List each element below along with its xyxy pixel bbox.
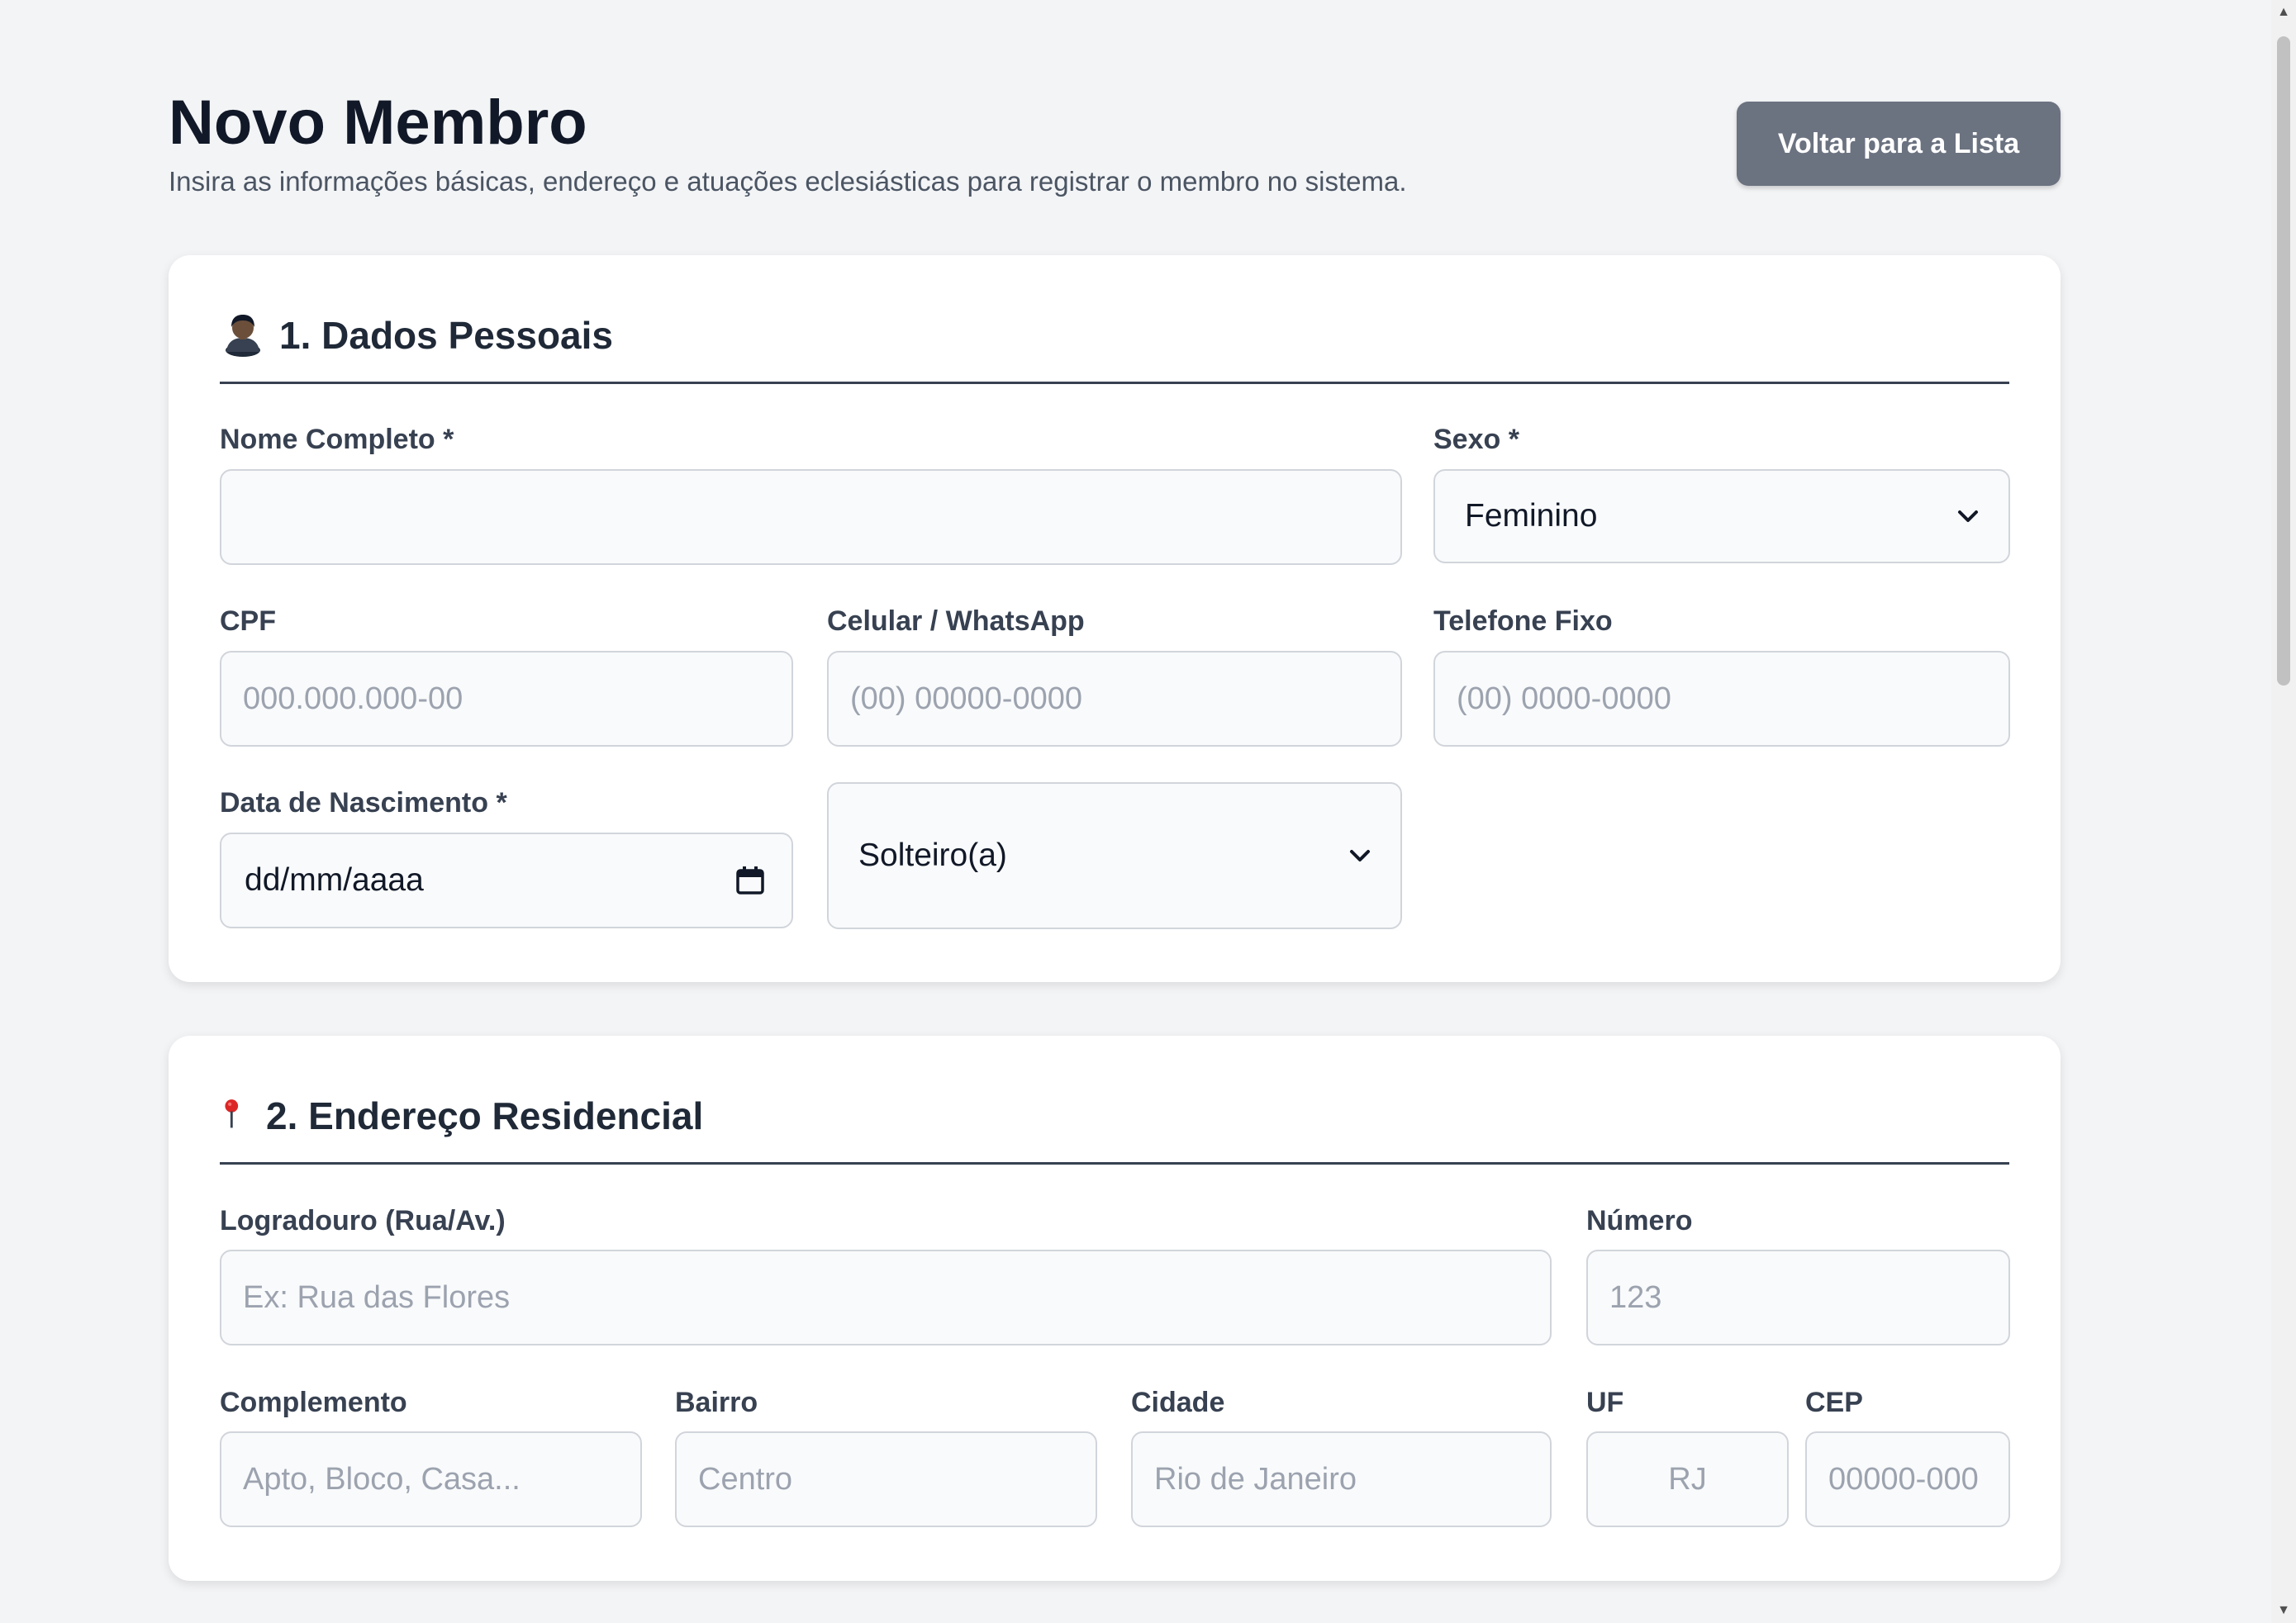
street-input[interactable] bbox=[220, 1250, 1552, 1345]
chevron-down-icon bbox=[1958, 510, 1978, 522]
neighborhood-input[interactable] bbox=[675, 1431, 1097, 1527]
complement-input[interactable] bbox=[220, 1431, 642, 1527]
birth-date-value: dd/mm/aaaa bbox=[245, 862, 424, 898]
landline-label: Telefone Fixo bbox=[1433, 605, 1613, 637]
complement-label: Complemento bbox=[220, 1387, 407, 1418]
scrollbar-thumb[interactable] bbox=[2277, 36, 2290, 686]
neighborhood-label: Bairro bbox=[675, 1387, 758, 1418]
mobile-input[interactable] bbox=[827, 651, 1402, 747]
address-card: 2. Endereço Residencial Logradouro (Rua/… bbox=[169, 1036, 2061, 1581]
section-header: 2. Endereço Residencial bbox=[220, 1036, 2009, 1165]
person-icon bbox=[226, 315, 260, 357]
state-label: UF bbox=[1586, 1387, 1624, 1418]
cpf-input[interactable] bbox=[220, 651, 793, 747]
city-input[interactable] bbox=[1131, 1431, 1552, 1527]
marital-status-selected-value: Solteiro(a) bbox=[858, 838, 1007, 873]
personal-data-card: 1. Dados Pessoais Nome Completo * Sexo *… bbox=[169, 255, 2061, 982]
cpf-label: CPF bbox=[220, 605, 276, 637]
page-header: Novo Membro Insira as informações básica… bbox=[169, 0, 2061, 255]
landline-input[interactable] bbox=[1433, 651, 2010, 747]
street-label: Logradouro (Rua/Av.) bbox=[220, 1205, 506, 1236]
sex-select[interactable]: Feminino bbox=[1433, 469, 2010, 563]
vertical-scrollbar[interactable]: ▲ ▼ bbox=[2271, 0, 2296, 1623]
state-input[interactable] bbox=[1586, 1431, 1789, 1527]
zip-label: CEP bbox=[1805, 1387, 1863, 1418]
page-title: Novo Membro bbox=[169, 88, 587, 158]
section-title: 2. Endereço Residencial bbox=[266, 1094, 704, 1137]
full-name-label: Nome Completo * bbox=[220, 424, 454, 455]
section-header: 1. Dados Pessoais bbox=[220, 255, 2009, 384]
page-subtitle: Insira as informações básicas, endereço … bbox=[169, 166, 1407, 197]
scroll-up-icon[interactable]: ▲ bbox=[2271, 0, 2296, 25]
scroll-down-icon[interactable]: ▼ bbox=[2271, 1598, 2296, 1623]
mobile-label: Celular / WhatsApp bbox=[827, 605, 1085, 637]
calendar-icon[interactable] bbox=[734, 864, 767, 897]
zip-input[interactable] bbox=[1805, 1431, 2010, 1527]
page: Novo Membro Insira as informações básica… bbox=[0, 0, 2296, 1623]
marital-status-select[interactable]: Solteiro(a) bbox=[827, 782, 1402, 929]
number-input[interactable] bbox=[1586, 1250, 2010, 1345]
birth-date-label: Data de Nascimento * bbox=[220, 787, 507, 819]
main-content: Novo Membro Insira as informações básica… bbox=[169, 0, 2061, 1581]
birth-date-input[interactable]: dd/mm/aaaa bbox=[220, 833, 793, 928]
sex-selected-value: Feminino bbox=[1465, 498, 1598, 534]
section-title: 1. Dados Pessoais bbox=[279, 314, 613, 357]
sex-label: Sexo * bbox=[1433, 424, 1519, 455]
chevron-down-icon bbox=[1350, 850, 1370, 861]
city-label: Cidade bbox=[1131, 1387, 1225, 1418]
number-label: Número bbox=[1586, 1205, 1693, 1236]
location-pin-icon bbox=[225, 1099, 239, 1128]
back-to-list-button[interactable]: Voltar para a Lista bbox=[1737, 102, 2061, 186]
full-name-input[interactable] bbox=[220, 469, 1402, 565]
